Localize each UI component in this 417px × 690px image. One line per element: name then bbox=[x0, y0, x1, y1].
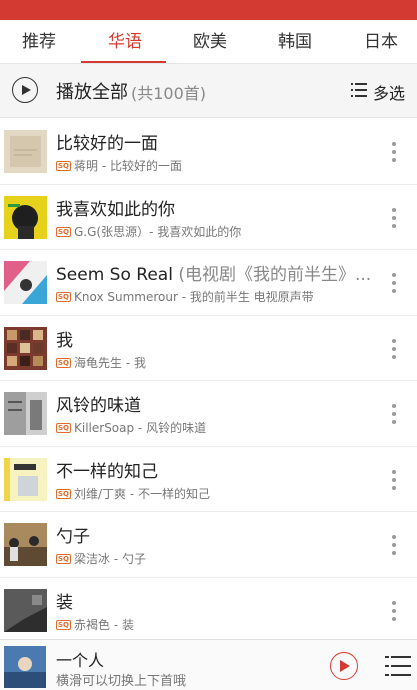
song-title: 勺子 bbox=[56, 527, 90, 547]
sq-badge: SQ bbox=[56, 488, 71, 499]
song-title: 风铃的味道 bbox=[56, 396, 141, 416]
mini-player[interactable]: 一个人 横滑可以切换上下首哦 bbox=[0, 639, 417, 690]
album-cover bbox=[4, 392, 47, 435]
tab-chinese[interactable]: 华语 bbox=[90, 20, 160, 64]
song-subtitle: SQ 梁洁冰 - 勺子 bbox=[56, 552, 146, 566]
song-row[interactable]: 我喜欢如此的你 SQ G.G(张思源）- 我喜欢如此的你 bbox=[0, 184, 417, 250]
tab-recommend[interactable]: 推荐 bbox=[4, 20, 74, 64]
song-title: 不一样的知己 bbox=[56, 461, 158, 482]
album-cover bbox=[4, 326, 47, 370]
song-subtitle: SQ 刘维/丁爽 - 不一样的知己 bbox=[56, 486, 211, 501]
play-all-button[interactable]: 播放全部 bbox=[56, 78, 128, 104]
song-subtitle: SQ 海龟先生 - 我 bbox=[56, 355, 146, 370]
active-tab-indicator bbox=[81, 61, 166, 63]
multi-select-label: 多选 bbox=[373, 84, 406, 103]
album-cover bbox=[4, 588, 47, 632]
song-title: Seem So Real (电视剧《我的前半生》... bbox=[56, 265, 372, 285]
more-options-icon[interactable] bbox=[391, 404, 397, 424]
song-subtitle: SQ G.G(张思源）- 我喜欢如此的你 bbox=[56, 224, 242, 239]
more-options-icon[interactable] bbox=[391, 207, 397, 228]
song-list: 比较好的一面 SQ 蒋明 - 比较好的一面 我喜欢如此的你 SQ G.G(张思源）-… bbox=[0, 119, 417, 643]
now-playing-hint: 横滑可以切换上下首哦 bbox=[56, 674, 187, 689]
sq-badge: SQ bbox=[56, 423, 71, 433]
multi-select-button[interactable]: 多选 bbox=[351, 81, 411, 103]
tab-korea[interactable]: 韩国 bbox=[260, 20, 330, 64]
tab-western[interactable]: 欧美 bbox=[175, 20, 245, 64]
song-subtitle: SQ KillerSoap - 风铃的味道 bbox=[56, 421, 207, 435]
song-row[interactable]: Seem So Real (电视剧《我的前半生》... SQ Knox Summe… bbox=[0, 250, 417, 316]
more-options-icon[interactable] bbox=[391, 142, 397, 162]
song-title: 我 bbox=[56, 330, 73, 351]
song-row[interactable]: 比较好的一面 SQ 蒋明 - 比较好的一面 bbox=[0, 119, 417, 185]
sq-badge: SQ bbox=[56, 554, 71, 564]
album-cover bbox=[4, 523, 47, 566]
status-bar bbox=[0, 0, 417, 20]
album-cover bbox=[4, 457, 47, 501]
play-all-icon[interactable] bbox=[12, 77, 38, 103]
song-title: 装 bbox=[56, 592, 73, 613]
tab-japan[interactable]: 日本 bbox=[346, 20, 416, 64]
now-playing-cover[interactable] bbox=[4, 646, 46, 688]
playlist-icon[interactable] bbox=[385, 656, 411, 678]
sq-badge: SQ bbox=[56, 619, 71, 630]
sq-badge: SQ bbox=[56, 161, 71, 171]
song-title: 比较好的一面 bbox=[56, 134, 158, 154]
more-options-icon[interactable] bbox=[391, 469, 397, 490]
album-cover bbox=[4, 261, 47, 304]
play-all-bar: 播放全部 (共100首) 多选 bbox=[0, 64, 417, 118]
song-row[interactable]: 勺子 SQ 梁洁冰 - 勺子 bbox=[0, 512, 417, 578]
song-row[interactable]: 不一样的知己 SQ 刘维/丁爽 - 不一样的知己 bbox=[0, 446, 417, 512]
song-title: 我喜欢如此的你 bbox=[56, 199, 175, 220]
list-icon bbox=[351, 83, 367, 97]
song-row[interactable]: 风铃的味道 SQ KillerSoap - 风铃的味道 bbox=[0, 381, 417, 447]
sq-badge: SQ bbox=[56, 357, 71, 368]
song-subtitle: SQ Knox Summerour - 我的前半生 电视原声带 bbox=[56, 290, 314, 304]
more-options-icon[interactable] bbox=[391, 600, 397, 621]
category-tabs: 推荐 华语 欧美 韩国 日本 bbox=[0, 20, 417, 64]
more-options-icon[interactable] bbox=[391, 535, 397, 555]
album-cover bbox=[4, 195, 47, 239]
album-cover bbox=[4, 130, 47, 173]
song-row[interactable]: 我 SQ 海龟先生 - 我 bbox=[0, 315, 417, 381]
song-count: (共100首) bbox=[131, 84, 207, 103]
song-subtitle: SQ 赤褐色 - 装 bbox=[56, 617, 134, 632]
now-playing-title: 一个人 bbox=[56, 651, 105, 670]
song-subtitle: SQ 蒋明 - 比较好的一面 bbox=[56, 159, 182, 173]
more-options-icon[interactable] bbox=[391, 338, 397, 359]
sq-badge: SQ bbox=[56, 292, 71, 302]
more-options-icon[interactable] bbox=[391, 273, 397, 293]
song-row[interactable]: 装 SQ 赤褐色 - 装 bbox=[0, 577, 417, 643]
sq-badge: SQ bbox=[56, 226, 71, 237]
play-button[interactable] bbox=[330, 652, 358, 680]
